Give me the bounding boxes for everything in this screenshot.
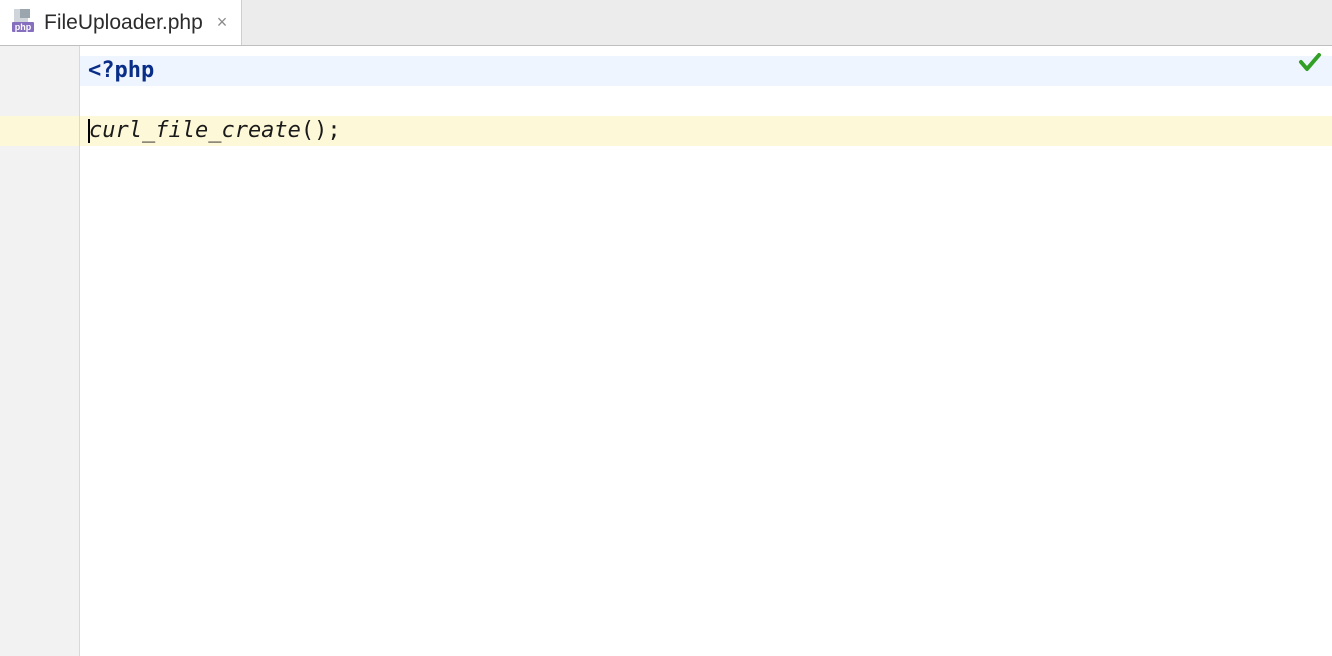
code-line[interactable] (80, 86, 1332, 116)
gutter-row (0, 86, 79, 116)
php-file-icon: php (10, 7, 36, 39)
gutter-row (0, 56, 79, 86)
code-editor[interactable]: <?php curl_file_create(); (80, 46, 1332, 656)
code-line[interactable]: <?php (80, 56, 1332, 86)
tab-label: FileUploader.php (44, 11, 203, 35)
semicolon: ; (327, 116, 340, 146)
tab-fileuploader[interactable]: php FileUploader.php × (0, 0, 242, 45)
call-args: () (301, 116, 328, 146)
svg-text:php: php (15, 22, 32, 32)
editor: <?php curl_file_create(); (0, 46, 1332, 656)
code-line[interactable]: curl_file_create(); (80, 116, 1332, 146)
gutter-row (0, 116, 79, 146)
editor-gutter[interactable] (0, 46, 80, 656)
function-name: curl_file_create (89, 116, 301, 146)
close-icon[interactable]: × (211, 12, 228, 33)
editor-tabbar: php FileUploader.php × (0, 0, 1332, 46)
php-open-tag: <?php (88, 56, 154, 86)
analysis-ok-icon[interactable] (1298, 50, 1322, 74)
